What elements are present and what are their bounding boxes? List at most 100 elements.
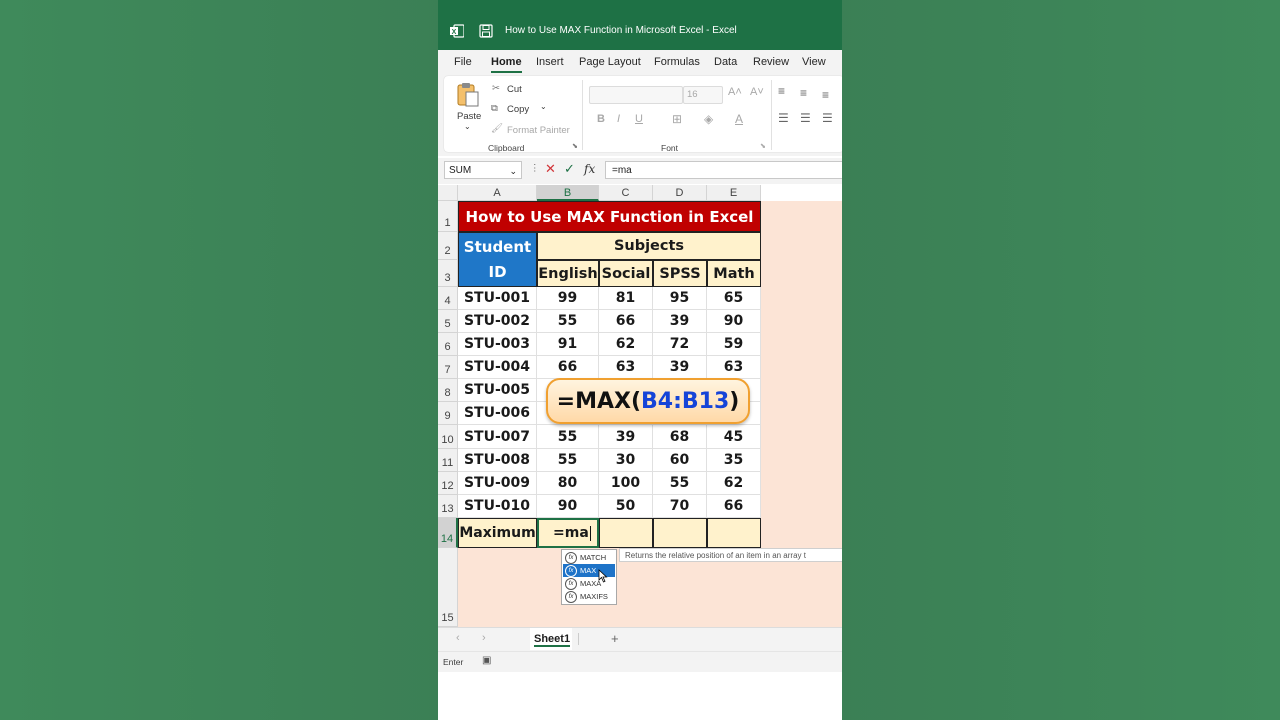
column-header-d[interactable]: D	[653, 185, 707, 201]
accessibility-icon[interactable]: ▣	[482, 655, 491, 666]
row-header-8[interactable]: 8	[438, 379, 458, 402]
font-family-dropdown[interactable]	[589, 86, 683, 104]
score-cell[interactable]: 65	[707, 287, 761, 310]
row-header-6[interactable]: 6	[438, 333, 458, 356]
add-sheet-icon[interactable]: +	[611, 631, 619, 646]
score-cell[interactable]: 62	[599, 333, 653, 356]
format-painter-button[interactable]: Format Painter	[507, 125, 570, 136]
score-cell[interactable]: 55	[537, 425, 599, 449]
enter-check-icon[interactable]: ✓	[564, 161, 575, 177]
italic-button[interactable]: I	[617, 113, 620, 125]
maximum-cell-e14[interactable]	[707, 518, 761, 548]
copy-button[interactable]: Copy	[507, 104, 529, 115]
save-icon[interactable]	[479, 24, 493, 38]
score-cell[interactable]: 91	[537, 333, 599, 356]
student-id-cell[interactable]: STU-007	[458, 425, 537, 449]
insert-function-icon[interactable]: fx	[584, 162, 595, 176]
font-color-icon[interactable]: A	[735, 112, 743, 126]
score-cell[interactable]: 63	[707, 356, 761, 379]
score-cell[interactable]: 62	[707, 472, 761, 495]
select-all-corner[interactable]	[438, 185, 458, 201]
student-id-header[interactable]: Student ID	[458, 232, 537, 287]
score-cell[interactable]: 70	[653, 495, 707, 518]
column-header-c[interactable]: C	[599, 185, 653, 201]
column-header-e[interactable]: E	[707, 185, 761, 201]
bold-button[interactable]: B	[597, 113, 605, 125]
cut-button[interactable]: Cut	[507, 84, 522, 95]
score-cell[interactable]: 39	[653, 310, 707, 333]
name-box-chevron-icon[interactable]: ⌄	[509, 162, 517, 180]
column-header-a[interactable]: A	[458, 185, 537, 201]
tab-home[interactable]: Home	[491, 56, 522, 73]
score-cell[interactable]: 95	[653, 287, 707, 310]
score-cell[interactable]: 45	[707, 425, 761, 449]
student-id-cell[interactable]: STU-003	[458, 333, 537, 356]
paste-label[interactable]: Paste	[457, 111, 481, 122]
subject-social[interactable]: Social	[599, 260, 653, 287]
column-header-b[interactable]: B	[537, 185, 599, 201]
maximum-cell-d14[interactable]	[653, 518, 707, 548]
align-center-icon[interactable]: ☰	[800, 111, 811, 125]
function-autocomplete[interactable]: fx MATCH fx MAX fx MAXA fx MAXIFS	[561, 549, 617, 605]
tab-review[interactable]: Review	[753, 56, 789, 68]
score-cell[interactable]: 81	[599, 287, 653, 310]
score-cell[interactable]: 80	[537, 472, 599, 495]
score-cell[interactable]: 100	[599, 472, 653, 495]
score-cell[interactable]: 90	[537, 495, 599, 518]
paste-chevron-icon[interactable]: ⌄	[464, 122, 471, 131]
align-left-icon[interactable]: ☰	[778, 111, 789, 125]
row-header-11[interactable]: 11	[438, 449, 458, 472]
name-box[interactable]: SUM ⌄	[444, 161, 522, 179]
autocomplete-item-match[interactable]: fx MATCH	[563, 551, 615, 565]
row-header-15[interactable]: 15	[438, 548, 458, 627]
row-header-7[interactable]: 7	[438, 356, 458, 379]
shrink-font-icon[interactable]: A˅	[750, 86, 764, 98]
score-cell[interactable]: 68	[653, 425, 707, 449]
score-cell[interactable]: 50	[599, 495, 653, 518]
score-cell[interactable]: 59	[707, 333, 761, 356]
maximum-label[interactable]: Maximum	[458, 518, 537, 548]
row-header-13[interactable]: 13	[438, 495, 458, 518]
subject-math[interactable]: Math	[707, 260, 761, 287]
student-id-cell[interactable]: STU-005	[458, 379, 537, 402]
score-cell[interactable]: 66	[537, 356, 599, 379]
tab-insert[interactable]: Insert	[536, 56, 564, 68]
cancel-icon[interactable]: ✕	[545, 161, 556, 177]
autocomplete-item-maxifs[interactable]: fx MAXIFS	[563, 590, 615, 604]
student-id-cell[interactable]: STU-001	[458, 287, 537, 310]
score-cell[interactable]: 30	[599, 449, 653, 472]
score-cell[interactable]: 55	[653, 472, 707, 495]
tab-view[interactable]: View	[802, 56, 826, 68]
subject-spss[interactable]: SPSS	[653, 260, 707, 287]
student-id-cell[interactable]: STU-008	[458, 449, 537, 472]
align-top-icon[interactable]: ≡	[778, 84, 785, 98]
row-header-14[interactable]: 14	[438, 518, 458, 548]
row-header-9[interactable]: 9	[438, 402, 458, 425]
table-title[interactable]: How to Use MAX Function in Excel	[458, 201, 761, 232]
active-cell-b14[interactable]: =ma	[537, 518, 599, 548]
row-header-2[interactable]: 2	[438, 232, 458, 260]
fill-color-icon[interactable]: ◈	[704, 112, 713, 126]
row-header-1[interactable]: 1	[438, 201, 458, 232]
row-header-12[interactable]: 12	[438, 472, 458, 495]
underline-button[interactable]: U	[635, 113, 643, 125]
student-id-cell[interactable]: STU-009	[458, 472, 537, 495]
score-cell[interactable]: 39	[653, 356, 707, 379]
score-cell[interactable]: 66	[707, 495, 761, 518]
sheet-tab-sheet1[interactable]: Sheet1	[530, 628, 572, 650]
student-id-cell[interactable]: STU-006	[458, 402, 537, 425]
tab-formulas[interactable]: Formulas	[654, 56, 700, 68]
align-middle-icon[interactable]: ≡	[800, 86, 807, 100]
font-launcher-icon[interactable]: ⬊	[760, 142, 766, 150]
row-header-4[interactable]: 4	[438, 287, 458, 310]
row-header-3[interactable]: 3	[438, 260, 458, 287]
borders-icon[interactable]: ⊞	[672, 112, 682, 126]
student-id-cell[interactable]: STU-002	[458, 310, 537, 333]
score-cell[interactable]: 72	[653, 333, 707, 356]
formula-input[interactable]: =ma	[605, 161, 842, 179]
worksheet-grid[interactable]: A B C D E 1 2 3 4 5 6 7 8 9 10 11 12 13 …	[438, 185, 842, 627]
paste-icon[interactable]	[456, 82, 480, 108]
score-cell[interactable]: 63	[599, 356, 653, 379]
font-size-dropdown[interactable]: 16	[683, 86, 723, 104]
clipboard-launcher-icon[interactable]: ⬊	[572, 142, 578, 150]
